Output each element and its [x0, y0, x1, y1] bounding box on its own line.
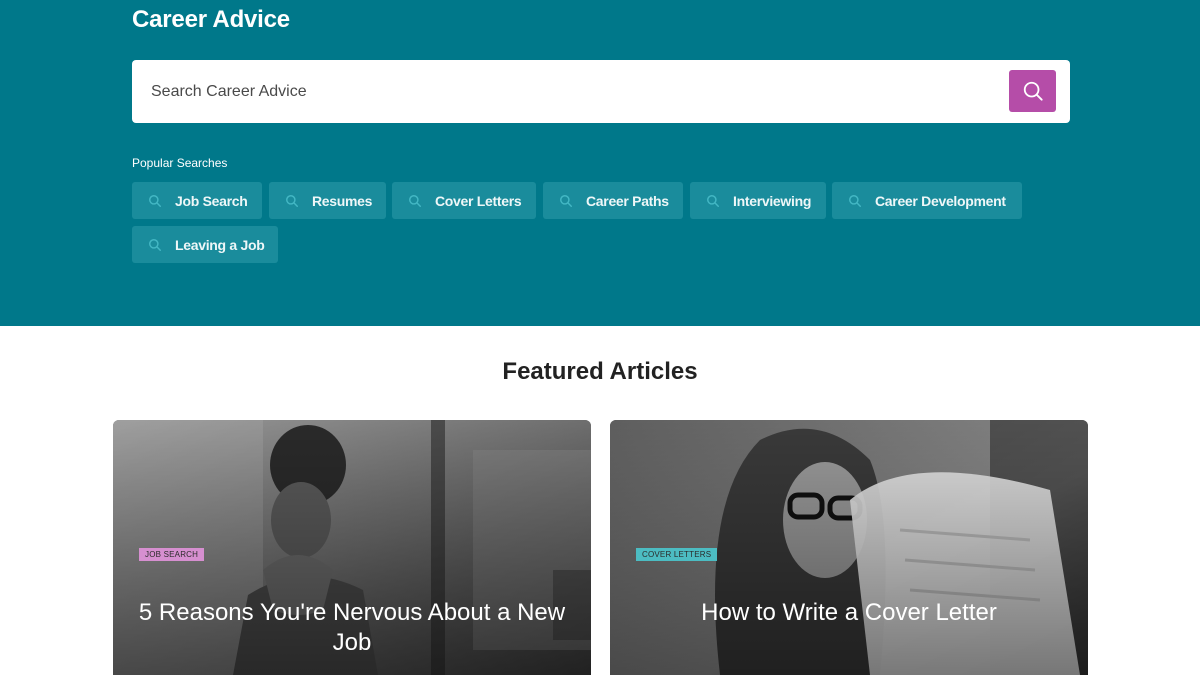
search-input[interactable]	[132, 60, 992, 123]
article-headline[interactable]: 5 Reasons You're Nervous About a New Job	[133, 598, 571, 658]
search-button[interactable]	[1009, 70, 1056, 112]
popular-search-career-paths[interactable]: Career Paths	[543, 182, 683, 219]
category-tag[interactable]: JOB SEARCH	[139, 548, 205, 561]
search-icon	[706, 194, 720, 208]
article-card[interactable]: COVER LETTERS How to Write a Cover Lette…	[610, 420, 1088, 675]
hero-banner: Career Advice Popular Searches Job Searc…	[0, 0, 1200, 326]
search-bar	[132, 60, 1070, 123]
chip-label: Cover Letters	[435, 192, 522, 209]
chip-label: Career Development	[875, 192, 1006, 209]
search-icon	[848, 194, 862, 208]
chip-label: Interviewing	[733, 192, 812, 209]
popular-search-job-search[interactable]: Job Search	[132, 182, 262, 219]
popular-search-cover-letters[interactable]: Cover Letters	[392, 182, 536, 219]
featured-articles-title: Featured Articles	[502, 358, 698, 385]
popular-search-resumes[interactable]: Resumes	[269, 182, 386, 219]
popular-search-career-development[interactable]: Career Development	[832, 182, 1022, 219]
page-title: Career Advice	[132, 6, 290, 33]
article-headline[interactable]: How to Write a Cover Letter	[630, 598, 1068, 628]
article-card[interactable]: JOB SEARCH 5 Reasons You're Nervous Abou…	[113, 420, 591, 675]
search-icon	[148, 238, 162, 252]
popular-search-leaving-a-job[interactable]: Leaving a Job	[132, 226, 278, 263]
search-icon	[559, 194, 573, 208]
search-icon	[285, 194, 299, 208]
popular-searches-label: Popular Searches	[132, 156, 228, 170]
search-icon	[148, 194, 162, 208]
chip-label: Career Paths	[586, 192, 669, 209]
chip-label: Leaving a Job	[175, 236, 265, 253]
category-tag[interactable]: COVER LETTERS	[636, 548, 718, 561]
search-icon	[408, 194, 422, 208]
chip-label: Resumes	[312, 192, 373, 209]
popular-search-interviewing[interactable]: Interviewing	[690, 182, 826, 219]
search-icon	[1023, 81, 1043, 101]
chip-label: Job Search	[175, 192, 248, 209]
